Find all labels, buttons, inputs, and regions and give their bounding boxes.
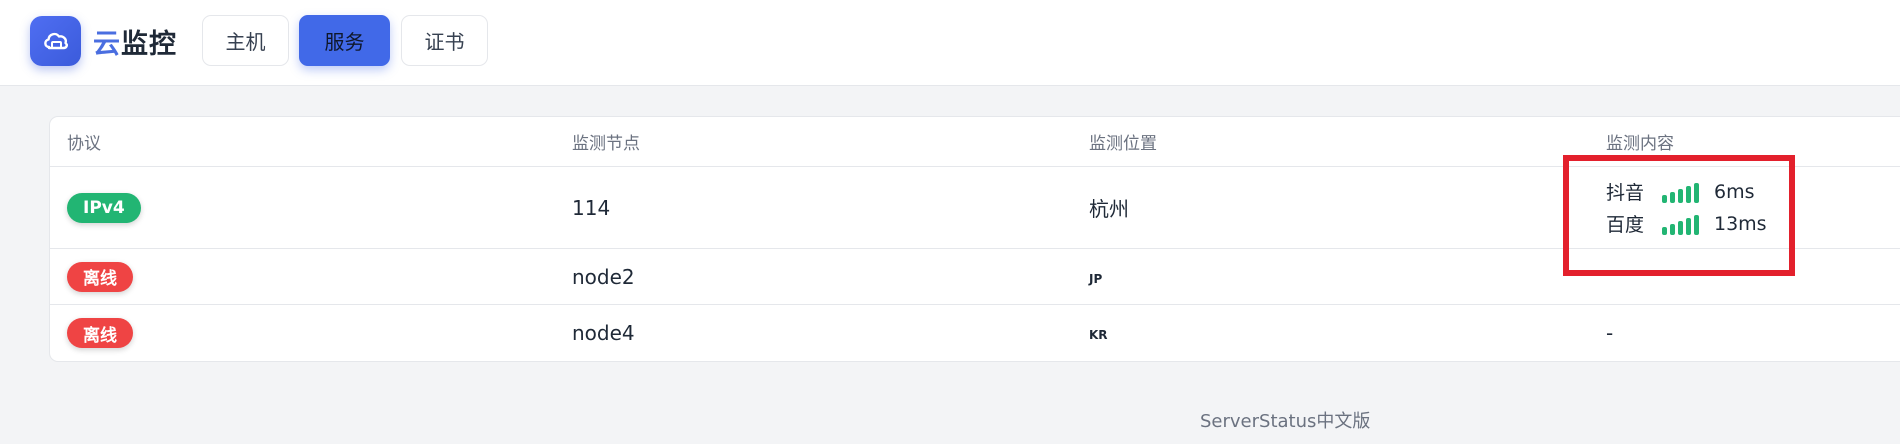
status-badge: 离线 — [67, 261, 133, 292]
footer-text: ServerStatus中文版 — [1200, 411, 1371, 432]
location-cell: 杭州 — [1089, 197, 1129, 221]
protocol-cell: 离线 — [67, 249, 133, 304]
table-row[interactable]: 离线 node4 KR - — [50, 305, 1900, 361]
protocol-cell: 离线 — [67, 305, 133, 361]
column-header-node: 监测节点 — [572, 134, 640, 154]
column-header-location: 监测位置 — [1089, 134, 1157, 154]
brand-title: 云 监控 — [93, 22, 177, 60]
status-badge: IPv4 — [67, 192, 141, 223]
content-cell: - — [1606, 321, 1614, 345]
nav-certificate-button[interactable]: 证书 — [401, 15, 488, 66]
top-navbar: 云 监控 主机 服务 证书 — [0, 0, 1900, 86]
nav-service-button[interactable]: 服务 — [299, 15, 390, 66]
protocol-cell: IPv4 — [67, 167, 141, 248]
nav-host-button[interactable]: 主机 — [202, 15, 289, 66]
logo-badge[interactable] — [30, 16, 81, 66]
column-header-protocol: 协议 — [67, 134, 101, 154]
status-badge: 离线 — [67, 318, 133, 348]
location-cell: KR — [1089, 328, 1108, 342]
brand-accent: 云 — [93, 28, 121, 60]
highlight-box — [1563, 155, 1795, 276]
node-cell: node2 — [572, 264, 635, 289]
location-cell: JP — [1089, 271, 1103, 286]
brand-rest: 监控 — [121, 28, 177, 60]
cloud-icon — [43, 32, 68, 50]
node-cell: 114 — [572, 195, 611, 220]
node-cell: node4 — [572, 321, 635, 345]
